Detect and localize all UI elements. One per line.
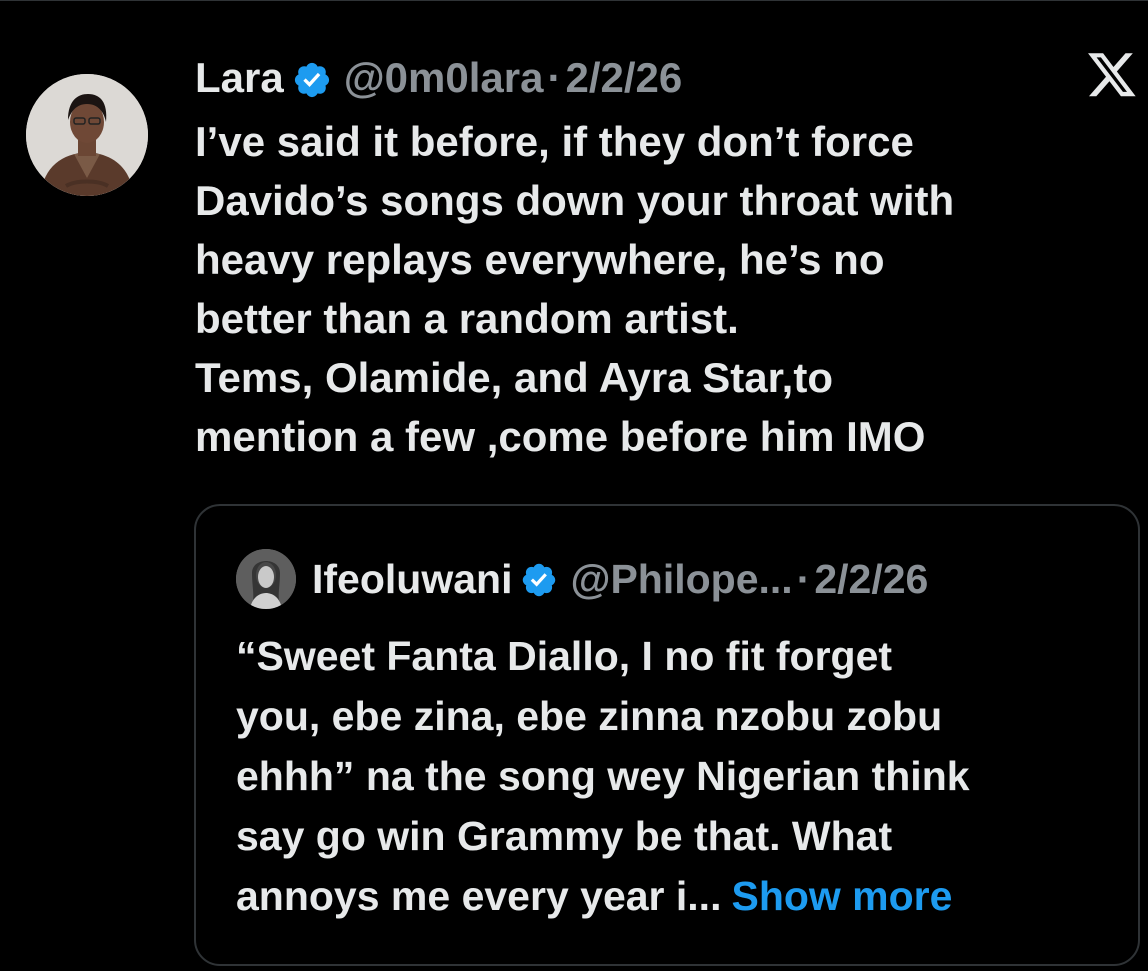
quoted-text-line: “Sweet Fanta Diallo, I no fit forget xyxy=(236,633,893,679)
tweet-card[interactable]: Lara @0m0lara · 2/2/26 I’ve said it befo… xyxy=(0,0,1148,971)
author-avatar[interactable] xyxy=(26,74,148,196)
tweet-text-line: better than a random artist. xyxy=(195,295,739,342)
separator-dot: · xyxy=(796,556,811,602)
verified-badge-icon xyxy=(292,58,332,98)
quoted-tweet-text: “Sweet Fanta Diallo, I no fit forget you… xyxy=(236,626,1116,926)
separator-dot: · xyxy=(547,54,562,101)
tweet-text-line: I’ve said it before, if they don’t force xyxy=(195,118,914,165)
x-logo-icon[interactable] xyxy=(1086,52,1138,100)
quoted-tweet-header: Ifeoluwani @Philope... · 2/2/26 xyxy=(236,549,928,609)
show-more-link[interactable]: Show more xyxy=(731,873,952,919)
quoted-text-line: ehhh” na the song wey Nigerian think xyxy=(236,753,970,799)
quoted-tweet[interactable]: Ifeoluwani @Philope... · 2/2/26 “Sweet F… xyxy=(194,504,1140,966)
tweet-text-line: heavy replays everywhere, he’s no xyxy=(195,236,885,283)
quoted-author-name[interactable]: Ifeoluwani xyxy=(312,554,512,604)
tweet-text: I’ve said it before, if they don’t force… xyxy=(195,112,1095,466)
quoted-text-line-last: annoys me every year i... Show more xyxy=(236,866,1116,926)
tweet-text-line: mention a few ,come before him IMO xyxy=(195,413,926,460)
tweet-text-line: Davido’s songs down your throat with xyxy=(195,177,955,224)
verified-badge-icon xyxy=(520,560,558,598)
quoted-text-line: annoys me every year i... xyxy=(236,873,722,919)
quoted-tweet-date[interactable]: 2/2/26 xyxy=(814,554,928,604)
quoted-text-line: you, ebe zina, ebe zinna nzobu zobu xyxy=(236,693,943,739)
tweet-date[interactable]: 2/2/26 xyxy=(565,50,682,106)
author-handle[interactable]: @0m0lara xyxy=(344,50,544,106)
tweet-text-line: Tems, Olamide, and Ayra Star,to xyxy=(195,354,833,401)
quoted-author-handle[interactable]: @Philope... xyxy=(570,554,792,604)
author-name[interactable]: Lara xyxy=(195,50,284,106)
tweet-header: Lara @0m0lara · 2/2/26 xyxy=(195,50,682,106)
quoted-text-line: say go win Grammy be that. What xyxy=(236,813,893,859)
quoted-author-avatar[interactable] xyxy=(236,549,296,609)
